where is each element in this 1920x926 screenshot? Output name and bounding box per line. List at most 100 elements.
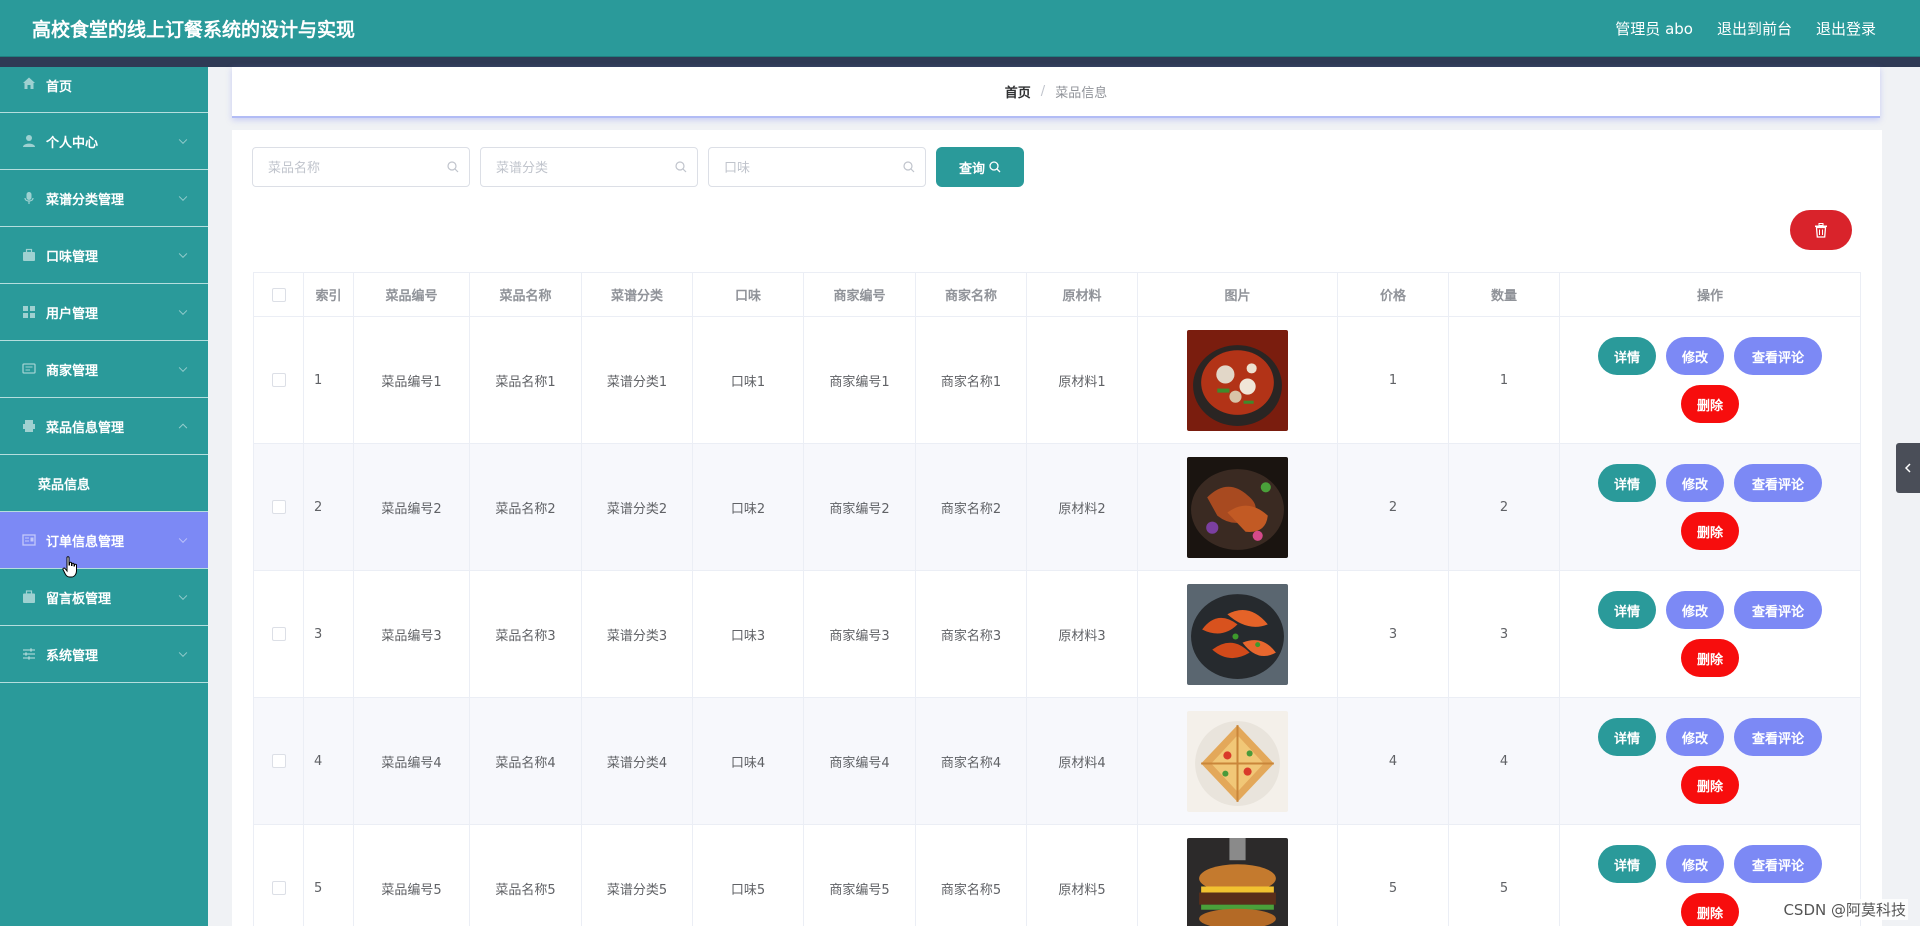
header-name: 菜品名称 xyxy=(470,273,582,316)
breadcrumb-separator: / xyxy=(1040,84,1046,99)
view-reviews-button[interactable]: 查看评论 xyxy=(1734,591,1822,629)
delete-button[interactable]: 删除 xyxy=(1681,385,1739,423)
sidebar-item-label: 系统管理 xyxy=(46,648,99,664)
select-all-checkbox[interactable] xyxy=(271,287,286,302)
briefcase-icon xyxy=(22,248,36,262)
header-actions: 操作 xyxy=(1696,289,1723,304)
edit-button[interactable]: 修改 xyxy=(1666,718,1724,756)
cell-price: 2 xyxy=(1338,444,1449,570)
hand-cursor-icon xyxy=(62,556,77,578)
detail-button[interactable]: 详情 xyxy=(1598,337,1656,375)
header-taste: 口味 xyxy=(693,273,804,316)
cell-qty: 3 xyxy=(1449,571,1560,697)
chevron-down-icon xyxy=(178,249,188,259)
breadcrumb: 首页 / 菜品信息 xyxy=(232,67,1880,118)
table-header-row: 索引 菜品编号 菜品名称 菜谱分类 口味 商家编号 商家名称 原材料 图片 价格… xyxy=(254,273,1860,317)
cell-index: 1 xyxy=(304,317,354,443)
chevron-down-icon xyxy=(178,648,188,658)
detail-button[interactable]: 详情 xyxy=(1598,591,1656,629)
edit-button[interactable]: 修改 xyxy=(1666,464,1724,502)
detail-button[interactable]: 详情 xyxy=(1598,845,1656,883)
sidebar-item-recipe-category[interactable]: 菜谱分类管理 xyxy=(0,170,208,227)
sidebar-item-home[interactable]: 首页 xyxy=(0,67,208,113)
sidebar-item-system[interactable]: 系统管理 xyxy=(0,626,208,683)
dish-image[interactable] xyxy=(1187,710,1288,812)
table-row: 3 菜品编号3 菜品名称3 菜谱分类3 口味3 商家编号3 商家名称3 原材料3… xyxy=(254,571,1860,698)
cell-index: 4 xyxy=(304,698,354,824)
query-button[interactable]: 查询 xyxy=(936,147,1024,187)
dish-image[interactable] xyxy=(1187,837,1288,926)
edit-button[interactable]: 修改 xyxy=(1666,337,1724,375)
cell-name: 菜品名称3 xyxy=(470,571,582,697)
collapse-side-tab[interactable] xyxy=(1896,443,1920,493)
delete-button[interactable]: 删除 xyxy=(1681,893,1739,926)
sidebar-item-personal-center[interactable]: 个人中心 xyxy=(0,113,208,170)
detail-button[interactable]: 详情 xyxy=(1598,718,1656,756)
detail-button[interactable]: 详情 xyxy=(1598,464,1656,502)
cell-image xyxy=(1138,825,1338,926)
taste-input[interactable] xyxy=(709,148,925,186)
row-checkbox[interactable] xyxy=(271,500,286,514)
back-front-link[interactable]: 退出到前台 xyxy=(1717,18,1792,39)
edit-button[interactable]: 修改 xyxy=(1666,591,1724,629)
recipe-category-input[interactable] xyxy=(481,148,697,186)
search-icon xyxy=(675,161,687,173)
row-select xyxy=(254,698,304,824)
logout-link[interactable]: 退出登录 xyxy=(1816,18,1876,39)
dish-name-search xyxy=(252,147,470,187)
dish-image[interactable] xyxy=(1187,583,1288,685)
sidebar-item-label: 订单信息管理 xyxy=(46,534,125,550)
delete-button[interactable]: 删除 xyxy=(1681,766,1739,804)
cell-qty: 1 xyxy=(1449,317,1560,443)
taste-search xyxy=(708,147,926,187)
sidebar-item-dish-management[interactable]: 菜品信息管理 xyxy=(0,398,208,455)
cell-shop-code: 商家编号2 xyxy=(804,444,916,570)
view-reviews-button[interactable]: 查看评论 xyxy=(1734,845,1822,883)
breadcrumb-home[interactable]: 首页 xyxy=(1005,82,1031,101)
cell-material: 原材料1 xyxy=(1027,317,1138,443)
header-price: 价格 xyxy=(1338,273,1449,316)
view-reviews-button[interactable]: 查看评论 xyxy=(1734,337,1822,375)
sidebar-item-merchants[interactable]: 商家管理 xyxy=(0,341,208,398)
sidebar-subitem-dish-info[interactable]: 菜品信息 xyxy=(0,455,208,512)
row-checkbox[interactable] xyxy=(271,754,286,768)
sidebar-item-taste[interactable]: 口味管理 xyxy=(0,227,208,284)
sidebar-item-message-board[interactable]: 留言板管理 xyxy=(0,569,208,626)
chevron-down-icon xyxy=(178,591,188,601)
header-actions: 管理员 abo 退出到前台 退出登录 xyxy=(1615,18,1876,39)
cell-code: 菜品编号5 xyxy=(354,825,470,926)
sliders-icon xyxy=(22,647,36,661)
cell-taste: 口味5 xyxy=(693,825,804,926)
delete-button[interactable]: 删除 xyxy=(1681,512,1739,550)
dish-name-input[interactable] xyxy=(253,148,469,186)
sidebar-item-users[interactable]: 用户管理 xyxy=(0,284,208,341)
view-reviews-button[interactable]: 查看评论 xyxy=(1734,718,1822,756)
dish-image[interactable] xyxy=(1187,456,1288,558)
view-reviews-button[interactable]: 查看评论 xyxy=(1734,464,1822,502)
header-category: 菜谱分类 xyxy=(582,273,693,316)
cell-actions: 详情 修改 查看评论 删除 xyxy=(1560,317,1860,443)
sidebar-item-orders[interactable]: 订单信息管理 xyxy=(0,512,208,569)
row-checkbox[interactable] xyxy=(271,627,286,641)
cell-name: 菜品名称5 xyxy=(470,825,582,926)
row-select xyxy=(254,444,304,570)
chevron-down-icon xyxy=(178,192,188,202)
row-checkbox[interactable] xyxy=(271,373,286,387)
batch-delete-button[interactable] xyxy=(1790,210,1852,250)
sidebar-item-label: 菜品信息 xyxy=(38,477,91,493)
cell-shop-name: 商家名称5 xyxy=(916,825,1027,926)
header-shop-code: 商家编号 xyxy=(804,273,916,316)
row-checkbox[interactable] xyxy=(271,881,286,895)
cell-price: 4 xyxy=(1338,698,1449,824)
cell-name: 菜品名称4 xyxy=(470,698,582,824)
cell-category: 菜谱分类5 xyxy=(582,825,693,926)
edit-button[interactable]: 修改 xyxy=(1666,845,1724,883)
cell-price: 3 xyxy=(1338,571,1449,697)
header-qty: 数量 xyxy=(1449,273,1560,316)
dish-image[interactable] xyxy=(1187,329,1288,431)
breadcrumb-current: 菜品信息 xyxy=(1055,86,1108,101)
cell-shop-name: 商家名称2 xyxy=(916,444,1027,570)
cell-code: 菜品编号2 xyxy=(354,444,470,570)
sidebar-item-label: 个人中心 xyxy=(46,135,99,151)
delete-button[interactable]: 删除 xyxy=(1681,639,1739,677)
